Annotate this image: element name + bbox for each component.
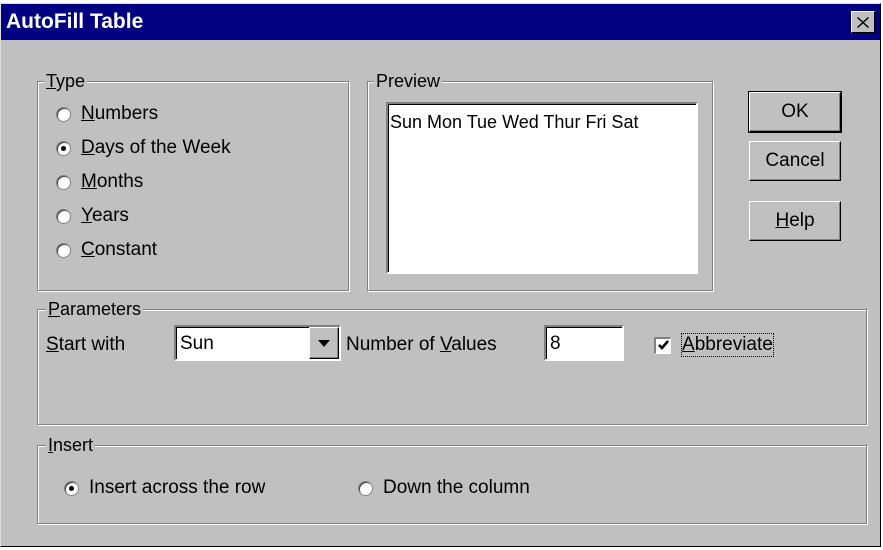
radio-numbers-label: Numbers xyxy=(81,103,159,124)
radio-years[interactable]: Years xyxy=(56,205,129,227)
radio-insert-across-row-label: Insert across the row xyxy=(89,477,266,498)
radio-months-label: Months xyxy=(81,171,144,192)
radio-years-label: Years xyxy=(81,205,129,226)
close-icon xyxy=(857,16,869,28)
insert-group-legend: Insert xyxy=(46,433,96,457)
radio-numbers[interactable]: Numbers xyxy=(56,103,158,125)
start-with-value: Sun xyxy=(180,333,214,354)
preview-box: Sun Mon Tue Wed Thur Fri Sat xyxy=(386,102,698,274)
radio-days-of-week[interactable]: Days of the Week xyxy=(56,137,231,159)
radio-months-button[interactable] xyxy=(56,174,71,190)
radio-constant[interactable]: Constant xyxy=(56,239,157,261)
dropdown-arrow-button[interactable] xyxy=(309,327,339,359)
checkmark-icon xyxy=(657,340,669,350)
type-group-legend: Type xyxy=(44,69,88,93)
help-button-label: Help xyxy=(775,210,815,231)
abbreviate-checkbox-row[interactable]: Abbreviate xyxy=(654,333,774,357)
chevron-down-icon xyxy=(318,339,330,347)
abbreviate-checkbox[interactable] xyxy=(654,336,671,354)
preview-group-legend: Preview xyxy=(374,69,443,93)
radio-constant-button[interactable] xyxy=(56,242,71,258)
radio-down-column-button[interactable] xyxy=(358,480,373,496)
preview-group: Preview Sun Mon Tue Wed Thur Fri Sat xyxy=(367,69,713,291)
radio-numbers-button[interactable] xyxy=(56,106,71,122)
type-group: Type Numbers Days of the Week Months Yea… xyxy=(37,69,349,291)
help-button[interactable]: Help xyxy=(749,201,841,241)
number-of-values-value: 8 xyxy=(550,333,561,354)
start-with-dropdown[interactable]: Sun xyxy=(174,325,341,361)
title-bar[interactable]: AutoFill Table xyxy=(1,4,880,40)
preview-text: Sun Mon Tue Wed Thur Fri Sat xyxy=(390,112,639,132)
start-with-label: Start with xyxy=(46,334,126,355)
radio-days-of-week-button[interactable] xyxy=(56,140,71,156)
insert-group: Insert Insert across the row Down the co… xyxy=(37,433,867,524)
radio-insert-across-row[interactable]: Insert across the row xyxy=(64,477,265,499)
number-of-values-label: Number of Values xyxy=(346,334,497,355)
radio-constant-label: Constant xyxy=(81,239,158,260)
parameters-group-legend: Parameters xyxy=(46,297,144,321)
number-of-values-input[interactable]: 8 xyxy=(544,325,624,361)
abbreviate-label: Abbreviate xyxy=(681,333,774,357)
parameters-group: Parameters Start with Sun Number of Valu… xyxy=(37,297,867,425)
radio-down-column-label: Down the column xyxy=(383,477,530,498)
radio-months[interactable]: Months xyxy=(56,171,143,193)
close-button[interactable] xyxy=(851,11,875,33)
radio-years-button[interactable] xyxy=(56,208,71,224)
cancel-button-label: Cancel xyxy=(765,150,825,171)
radio-days-of-week-label: Days of the Week xyxy=(81,137,231,158)
autofill-dialog: AutoFill Table Type Numbers Days of the … xyxy=(0,3,881,547)
radio-down-column[interactable]: Down the column xyxy=(358,477,530,499)
radio-insert-across-row-button[interactable] xyxy=(64,480,79,496)
window-title: AutoFill Table xyxy=(6,10,144,33)
ok-button-label: OK xyxy=(781,101,809,122)
cancel-button[interactable]: Cancel xyxy=(749,141,841,181)
ok-button[interactable]: OK xyxy=(748,91,842,133)
